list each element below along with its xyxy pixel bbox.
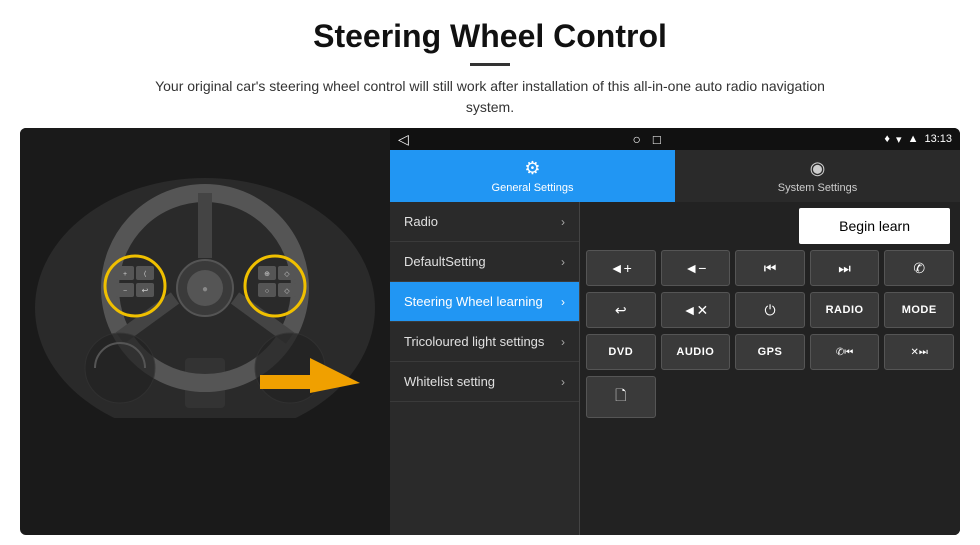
next-track-icon: ⏭: [838, 260, 851, 277]
prev-track-button[interactable]: ⏮: [735, 250, 805, 286]
svg-text:◇: ◇: [284, 271, 290, 278]
control-row-3: DVD AUDIO GPS ✆⏮ ✕⏭: [586, 334, 954, 370]
vol-down-button[interactable]: ◄−: [661, 250, 731, 286]
audio-button[interactable]: AUDIO: [661, 334, 731, 370]
chevron-icon: ›: [561, 295, 565, 309]
phone-icon: ✆: [913, 260, 925, 277]
begin-learn-row: Begin learn: [586, 208, 954, 244]
menu-item-tricoloured[interactable]: Tricoloured light settings ›: [390, 322, 579, 362]
vol-up-button[interactable]: ◄+: [586, 250, 656, 286]
car-image-panel: ● + − ⟨ ↩ ⊕ ○ ◇: [20, 128, 390, 535]
tel-prev-button[interactable]: ✆⏮: [810, 334, 880, 370]
tab-general[interactable]: ⚙ General Settings: [390, 150, 675, 202]
mode-button[interactable]: MODE: [884, 292, 954, 328]
tel-next-button[interactable]: ✕⏭: [884, 334, 954, 370]
next-track-button[interactable]: ⏭: [810, 250, 880, 286]
nav-back[interactable]: ◁: [398, 131, 409, 148]
mute-button[interactable]: ◄✕: [661, 292, 731, 328]
chevron-icon: ›: [561, 255, 565, 269]
status-icons: ♦ ▾ ▲ 13:13: [884, 133, 952, 146]
svg-text:−: −: [123, 288, 127, 295]
system-icon: ◉: [810, 158, 826, 179]
document-icon: 🗋: [615, 385, 626, 409]
menu-item-radio[interactable]: Radio ›: [390, 202, 579, 242]
clock: 13:13: [924, 133, 952, 145]
menu-column: Radio › DefaultSetting › Steering Wheel …: [390, 202, 580, 535]
menu-item-whitelist[interactable]: Whitelist setting ›: [390, 362, 579, 402]
tab-general-label: General Settings: [492, 182, 574, 194]
menu-item-steering[interactable]: Steering Wheel learning ›: [390, 282, 579, 322]
nav-recents[interactable]: □: [653, 132, 661, 147]
phone-button[interactable]: ✆: [884, 250, 954, 286]
svg-text:⟨: ⟨: [144, 270, 147, 278]
menu-item-default[interactable]: DefaultSetting ›: [390, 242, 579, 282]
radio-button[interactable]: RADIO: [810, 292, 880, 328]
android-panel: ◁ ○ □ ♦ ▾ ▲ 13:13 ⚙ General Settings ◉: [390, 128, 960, 535]
svg-text:⊕: ⊕: [264, 271, 270, 278]
power-icon: ⏻: [764, 302, 775, 319]
control-row-2: ↩ ◄✕ ⏻ RADIO MODE: [586, 292, 954, 328]
controls-column: Begin learn ◄+ ◄− ⏮: [580, 202, 960, 535]
nav-home[interactable]: ○: [632, 131, 640, 147]
begin-learn-button[interactable]: Begin learn: [799, 208, 950, 244]
status-bar: ◁ ○ □ ♦ ▾ ▲ 13:13: [390, 128, 960, 150]
hook-icon: ↩: [615, 302, 627, 319]
svg-text:○: ○: [265, 288, 269, 295]
chevron-icon: ›: [561, 335, 565, 349]
gps-button[interactable]: GPS: [735, 334, 805, 370]
svg-text:+: +: [123, 271, 127, 278]
tab-system-label: System Settings: [778, 182, 857, 194]
whitelist-row: 🗋: [586, 376, 954, 418]
prev-track-icon: ⏮: [764, 260, 777, 277]
wifi-icon: ▾: [896, 133, 902, 146]
hook-button[interactable]: ↩: [586, 292, 656, 328]
title-divider: [470, 63, 510, 66]
content-area: ● + − ⟨ ↩ ⊕ ○ ◇: [0, 128, 980, 545]
tab-system[interactable]: ◉ System Settings: [675, 150, 960, 202]
vol-down-icon: ◄−: [684, 260, 706, 276]
power-button[interactable]: ⏻: [735, 292, 805, 328]
header-section: Steering Wheel Control Your original car…: [0, 0, 980, 128]
gear-icon: ⚙: [524, 158, 540, 179]
mute-icon: ◄✕: [683, 302, 709, 319]
svg-text:↩: ↩: [142, 286, 149, 295]
vol-up-icon: ◄+: [610, 260, 632, 276]
chevron-icon: ›: [561, 215, 565, 229]
control-row-1: ◄+ ◄− ⏮ ⏭ ✆: [586, 250, 954, 286]
svg-text:●: ●: [202, 284, 208, 295]
chevron-icon: ›: [561, 375, 565, 389]
page-container: Steering Wheel Control Your original car…: [0, 0, 980, 545]
location-icon: ♦: [884, 133, 890, 145]
steering-wheel-illustration: ● + − ⟨ ↩ ⊕ ○ ◇: [20, 128, 390, 418]
dvd-button[interactable]: DVD: [586, 334, 656, 370]
tel-next-icon: ✕⏭: [910, 347, 927, 358]
tab-bar: ⚙ General Settings ◉ System Settings: [390, 150, 960, 202]
settings-list: Radio › DefaultSetting › Steering Wheel …: [390, 202, 960, 535]
tel-prev-icon: ✆⏮: [836, 347, 853, 358]
svg-text:◇: ◇: [284, 288, 290, 295]
page-title: Steering Wheel Control: [60, 18, 920, 55]
subtitle: Your original car's steering wheel contr…: [140, 76, 840, 118]
whitelist-icon-button[interactable]: 🗋: [586, 376, 656, 418]
signal-icon: ▲: [908, 133, 919, 145]
